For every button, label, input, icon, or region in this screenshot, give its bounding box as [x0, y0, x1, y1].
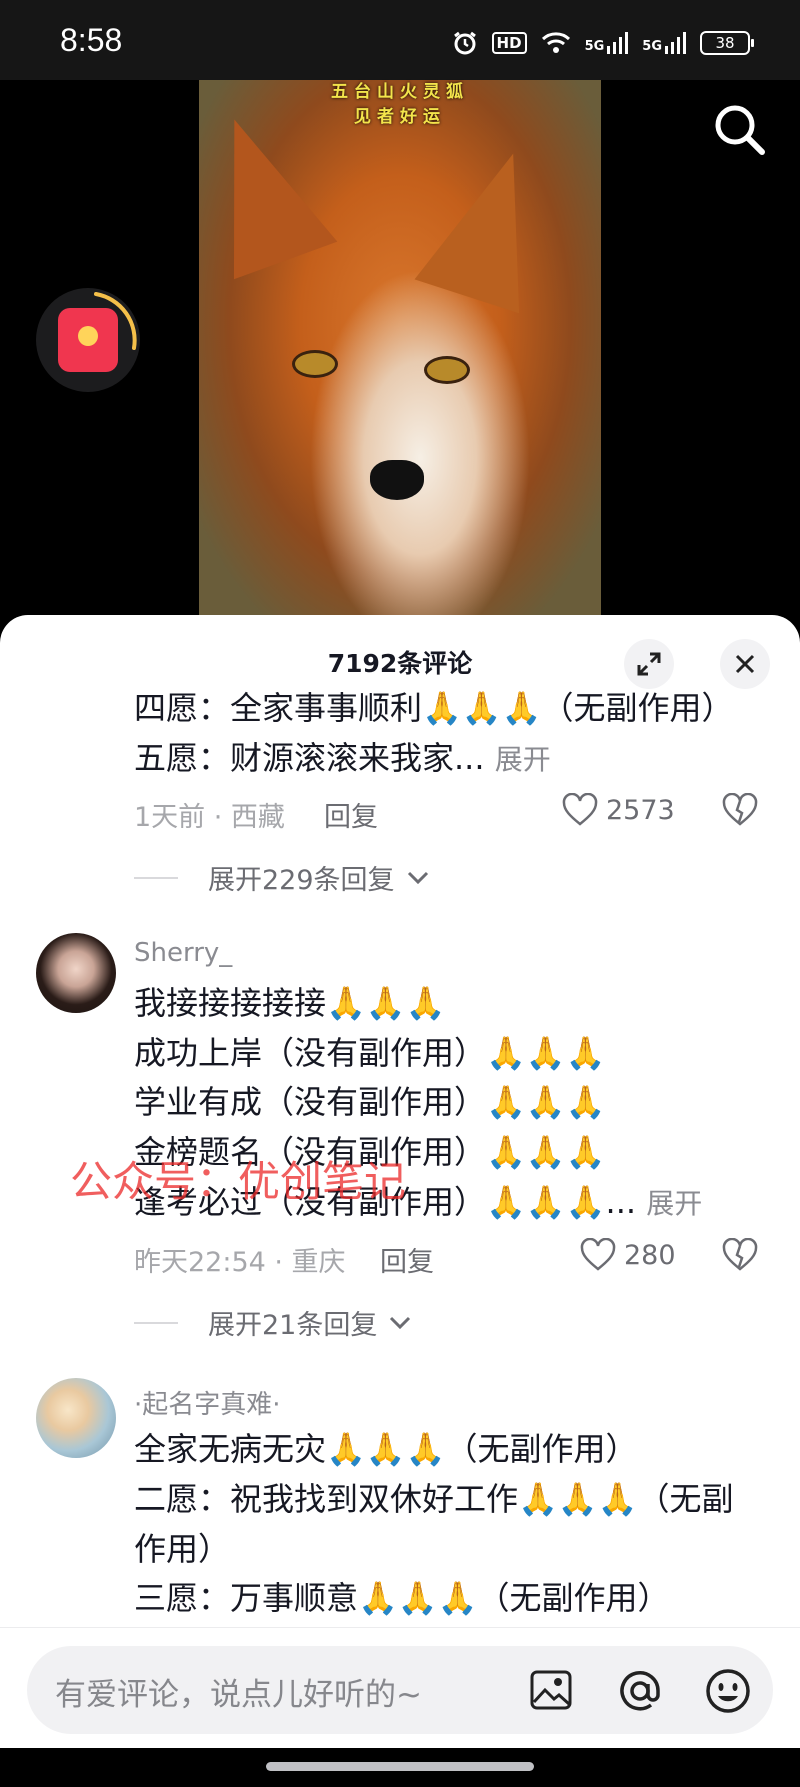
expand-comment-button[interactable]: 展开	[495, 743, 551, 776]
caption-line-2: 见者好运	[354, 107, 446, 127]
expand-icon	[637, 652, 661, 676]
heart-icon	[562, 793, 598, 826]
avatar[interactable]	[36, 933, 116, 1013]
expand-button[interactable]	[624, 639, 674, 689]
red-envelope-seal	[78, 326, 98, 346]
search-icon[interactable]	[710, 100, 770, 160]
alarm-icon	[453, 31, 476, 55]
comment-1-more-replies[interactable]: 展开229条回复	[134, 858, 429, 897]
dislike-icon[interactable]	[722, 793, 758, 827]
comment-3-line-2: 二愿：祝我找到双休好工作🙏🙏🙏（无副	[134, 1480, 734, 1518]
fox-eye-right	[424, 356, 470, 384]
close-button[interactable]	[720, 639, 770, 689]
comments-title: 7192条评论	[327, 649, 473, 678]
fox-nose	[370, 460, 424, 500]
video-caption: 五台山火灵狐 见者好运	[199, 80, 601, 130]
chevron-down-icon	[390, 1316, 411, 1329]
comment-1-line-1: 四愿：全家事事顺利🙏🙏🙏（无副作用）	[134, 689, 734, 727]
status-time: 8:58	[60, 22, 123, 58]
comment-3-line-3: 作用）	[134, 1530, 231, 1568]
at-icon[interactable]	[617, 1668, 663, 1714]
expand-comment-button[interactable]: 展开	[646, 1187, 702, 1220]
status-icons: HD 5G 5G 38	[452, 30, 754, 56]
signal-5g-icon-2: 5G	[642, 32, 686, 54]
comment-2-line-1: 我接接接接接🙏🙏🙏	[134, 984, 446, 1022]
close-icon	[735, 654, 755, 674]
comment-3-line-1: 全家无病无灾🙏🙏🙏（无副作用）	[134, 1430, 638, 1468]
avatar[interactable]	[36, 1378, 116, 1458]
comment-2-like-count: 280	[624, 1239, 676, 1271]
comment-2-line-3: 学业有成（没有副作用）🙏🙏🙏	[134, 1083, 606, 1121]
wifi-icon	[541, 32, 570, 53]
comment-3-line-4: 三愿：万事顺意🙏🙏🙏（无副作用）	[134, 1579, 670, 1617]
signal-5g-icon: 5G	[585, 32, 629, 54]
fox-eye-left	[292, 350, 338, 378]
comment-1-time-location: 1天前 · 西藏	[134, 802, 285, 833]
caption-line-1: 五台山火灵狐	[331, 82, 469, 102]
comment-1-reply-button[interactable]: 回复	[324, 795, 378, 834]
image-icon[interactable]	[530, 1670, 572, 1710]
heart-icon	[580, 1238, 616, 1271]
home-indicator[interactable]	[266, 1762, 534, 1771]
watermark: 公众号：优创笔记	[70, 1157, 407, 1206]
comment-input-placeholder: 有爱评论，说点儿好听的~	[55, 1677, 422, 1713]
comment-1-like-count: 2573	[606, 794, 675, 826]
comment-2-like-button[interactable]: 280	[580, 1238, 676, 1272]
emoji-icon[interactable]	[704, 1667, 752, 1715]
comment-1-line-2: 五愿：财源滚滚来我家... 展开	[134, 739, 551, 777]
status-bar: 8:58 HD 5G 5G 38	[0, 0, 800, 80]
comment-2-username[interactable]: Sherry_	[134, 938, 232, 968]
battery-icon: 38	[700, 31, 754, 55]
comment-2-reply-button[interactable]: 回复	[380, 1240, 434, 1279]
comment-3-username[interactable]: ·起名字真难·	[134, 1384, 281, 1421]
dislike-icon[interactable]	[722, 1238, 758, 1272]
hd-icon: HD	[491, 32, 527, 54]
chevron-down-icon	[407, 871, 428, 884]
comment-2-more-replies[interactable]: 展开21条回复	[134, 1303, 411, 1342]
input-divider	[0, 1627, 800, 1628]
comment-2-time-location: 昨天22:54 · 重庆	[134, 1247, 346, 1278]
comment-2-line-2: 成功上岸（没有副作用）🙏🙏🙏	[134, 1034, 606, 1072]
comment-1-like-button[interactable]: 2573	[562, 793, 675, 827]
